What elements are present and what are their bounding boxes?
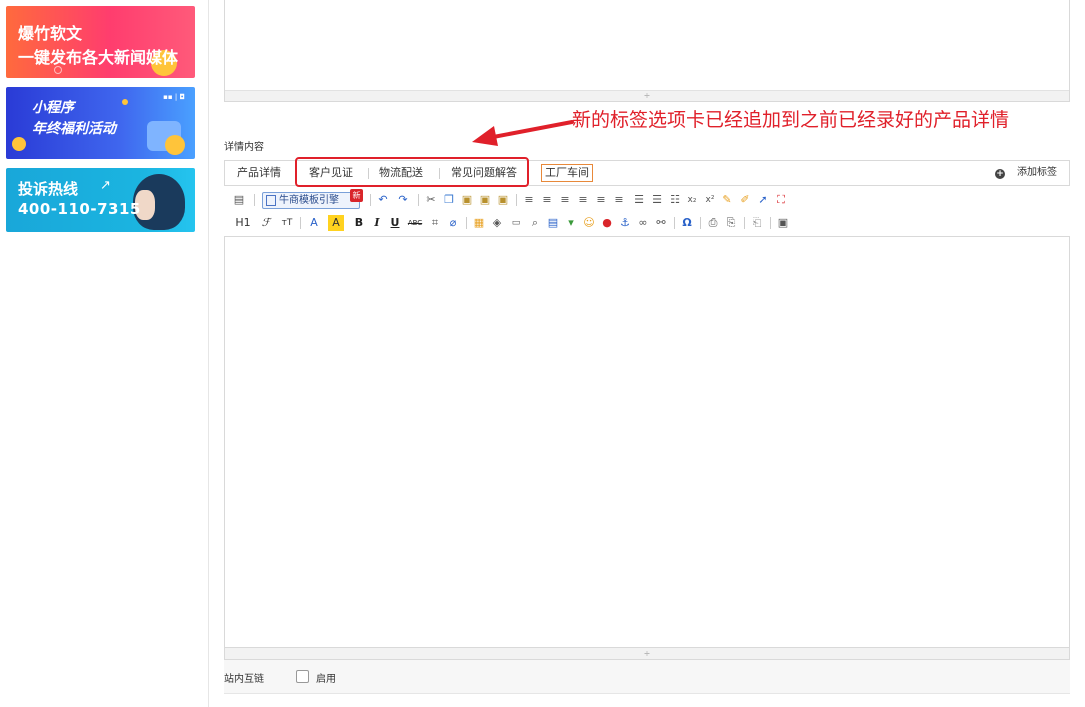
eraser-icon[interactable]: ⌀ (446, 215, 460, 231)
fullscreen-icon[interactable]: ⛶ (774, 192, 788, 208)
section-label: 详情内容 (224, 142, 264, 153)
paste-word-icon[interactable]: ▣ (496, 192, 510, 208)
insert-image-icon[interactable]: ▦ (472, 215, 486, 231)
unordered-list-icon[interactable]: ☰ (650, 192, 664, 208)
internal-link-label: 站内互链 (224, 674, 264, 685)
annotation-highlight-box (295, 157, 529, 187)
subscript-icon[interactable]: x₂ (684, 192, 700, 208)
plus-circle-icon: + (995, 169, 1005, 179)
resize-handle[interactable]: ÷ (224, 648, 1070, 660)
ad-subtitle: 年终福利活动 (32, 121, 116, 137)
font-color-icon[interactable]: A (306, 215, 322, 231)
editor-toolbar-row-1: ▤ 牛商模板引擎 新 ↶ ↷ ✂ ❐ ▣ ▣ ▣ ≡ ≡ ≡ ≡ ≡ ≡ ☰ ☰… (224, 189, 1070, 211)
special-char-icon[interactable]: Ω (680, 215, 694, 231)
template-icon (266, 195, 276, 206)
toolbar-separator (370, 194, 371, 206)
copy-icon[interactable]: ❐ (442, 192, 456, 208)
enable-checkbox-label[interactable]: 启用 (316, 670, 336, 685)
find-icon[interactable]: ⎙ (706, 215, 720, 231)
hotline-number: 400-110-7315 (18, 200, 141, 218)
trend-line-icon: ↗ (100, 178, 111, 193)
html-source-icon[interactable]: ▣ (776, 215, 790, 231)
add-tag-label: 添加标签 (1017, 167, 1057, 178)
emoji-icon[interactable]: ☺ (582, 215, 596, 231)
toolbar-separator (300, 217, 301, 229)
ad-title: 小程序 (32, 100, 74, 116)
print-icon[interactable]: ⎗ (750, 215, 764, 231)
strikethrough-icon[interactable]: ABC (406, 215, 424, 231)
undo-icon[interactable]: ↶ (376, 192, 390, 208)
paste-clipboard-icon[interactable]: ▣ (460, 192, 474, 208)
insert-code-icon[interactable]: ▾ (564, 215, 578, 231)
insert-video-icon[interactable]: ▭ (508, 215, 524, 231)
heading-dropdown[interactable]: H1 (232, 215, 254, 231)
toolbar-separator (418, 194, 419, 206)
editor-toolbar-row-2: H1 ℱ тT A A B I U ABC ⌗ ⌀ ▦ ◈ ▭ ⌕ ▤ ▾ ☺ … (224, 212, 1070, 234)
map-pin-icon[interactable]: ● (600, 215, 614, 231)
resize-handle[interactable]: ÷ (225, 90, 1069, 101)
select-cursor-icon[interactable]: ➚ (756, 192, 770, 208)
toolbar-separator (516, 194, 517, 206)
template-engine-label: 牛商模板引擎 (279, 195, 339, 206)
arrow-left-icon (472, 120, 574, 146)
unlink-icon[interactable]: ⚯ (654, 215, 668, 231)
annotation-text: 新的标签选项卡已经追加到之前已经录好的产品详情 (572, 109, 1010, 131)
clear-format-icon[interactable]: ✐ (738, 192, 752, 208)
italic-icon[interactable]: I (370, 215, 384, 231)
coin-icon (165, 135, 185, 155)
align-right-icon[interactable]: ≡ (558, 192, 572, 208)
rich-text-editor-area[interactable] (224, 236, 1070, 648)
ad-column: 爆竹软文 一键发布各大新闻媒体 ▪▪ | ◘ 小程序 年终福利活动 ↗ 投诉热线… (6, 6, 195, 241)
template-engine-button[interactable]: 牛商模板引擎 (262, 192, 360, 209)
decor-dot-icon (122, 99, 128, 105)
new-badge: 新 (350, 189, 363, 202)
toolbar-separator (700, 217, 701, 229)
toolbar-separator (770, 217, 771, 229)
underline-icon[interactable]: U (388, 215, 402, 231)
superscript-icon[interactable]: x² (702, 192, 718, 208)
background-color-icon[interactable]: A (328, 215, 344, 231)
cut-icon[interactable]: ✂ (424, 192, 438, 208)
toolbar-separator (674, 217, 675, 229)
redo-icon[interactable]: ↷ (396, 192, 410, 208)
attachment-icon[interactable]: ⌕ (528, 215, 542, 231)
paste-text-icon[interactable]: ▣ (478, 192, 492, 208)
column-divider (208, 0, 209, 707)
border-icon[interactable]: ⌗ (428, 215, 442, 231)
ad-banner-miniprogram[interactable]: ▪▪ | ◘ 小程序 年终福利活动 (6, 87, 195, 159)
anchor-icon[interactable]: ⚓ (618, 215, 632, 231)
paste-icon[interactable]: ▤ (232, 192, 246, 208)
enable-checkbox[interactable] (296, 670, 309, 683)
align-justify-icon[interactable]: ≡ (576, 192, 590, 208)
font-family-icon[interactable]: ℱ (258, 215, 274, 231)
coin-icon (12, 137, 26, 151)
ad-subtitle: 一键发布各大新闻媒体 (18, 48, 179, 67)
add-tag-button[interactable]: + 添加标签 (995, 161, 1057, 185)
tab-product-detail[interactable]: 产品详情 (237, 161, 281, 185)
toolbar-separator (466, 217, 467, 229)
bold-icon[interactable]: B (352, 215, 366, 231)
brand-logo-icon: ▪▪ | ◘ (163, 93, 185, 101)
tab-factory-workshop[interactable]: 工厂车间 (541, 164, 593, 182)
insert-scrawl-icon[interactable]: ◈ (490, 215, 504, 231)
line-height-icon[interactable]: ☷ (668, 192, 682, 208)
link-icon[interactable]: ∞ (636, 215, 650, 231)
replace-icon[interactable]: ⎘ (724, 215, 738, 231)
internal-link-bar: 站内互链 启用 (224, 660, 1070, 694)
insert-table-icon[interactable]: ▤ (546, 215, 560, 231)
previous-editor[interactable]: ÷ (224, 0, 1070, 102)
ad-title: 投诉热线 (18, 180, 79, 198)
indent-icon[interactable]: ≡ (594, 192, 608, 208)
align-left-icon[interactable]: ≡ (522, 192, 536, 208)
ad-banner-baozhu[interactable]: 爆竹软文 一键发布各大新闻媒体 (6, 6, 195, 78)
ad-title: 爆竹软文 (18, 24, 83, 43)
toolbar-separator (254, 194, 255, 206)
ad-banner-hotline[interactable]: ↗ 投诉热线 400-110-7315 (6, 168, 195, 232)
ordered-list-icon[interactable]: ☰ (632, 192, 646, 208)
outdent-icon[interactable]: ≡ (612, 192, 626, 208)
format-brush-icon[interactable]: ✎ (720, 192, 734, 208)
align-center-icon[interactable]: ≡ (540, 192, 554, 208)
toolbar-separator (744, 217, 745, 229)
font-size-icon[interactable]: тT (278, 215, 296, 231)
